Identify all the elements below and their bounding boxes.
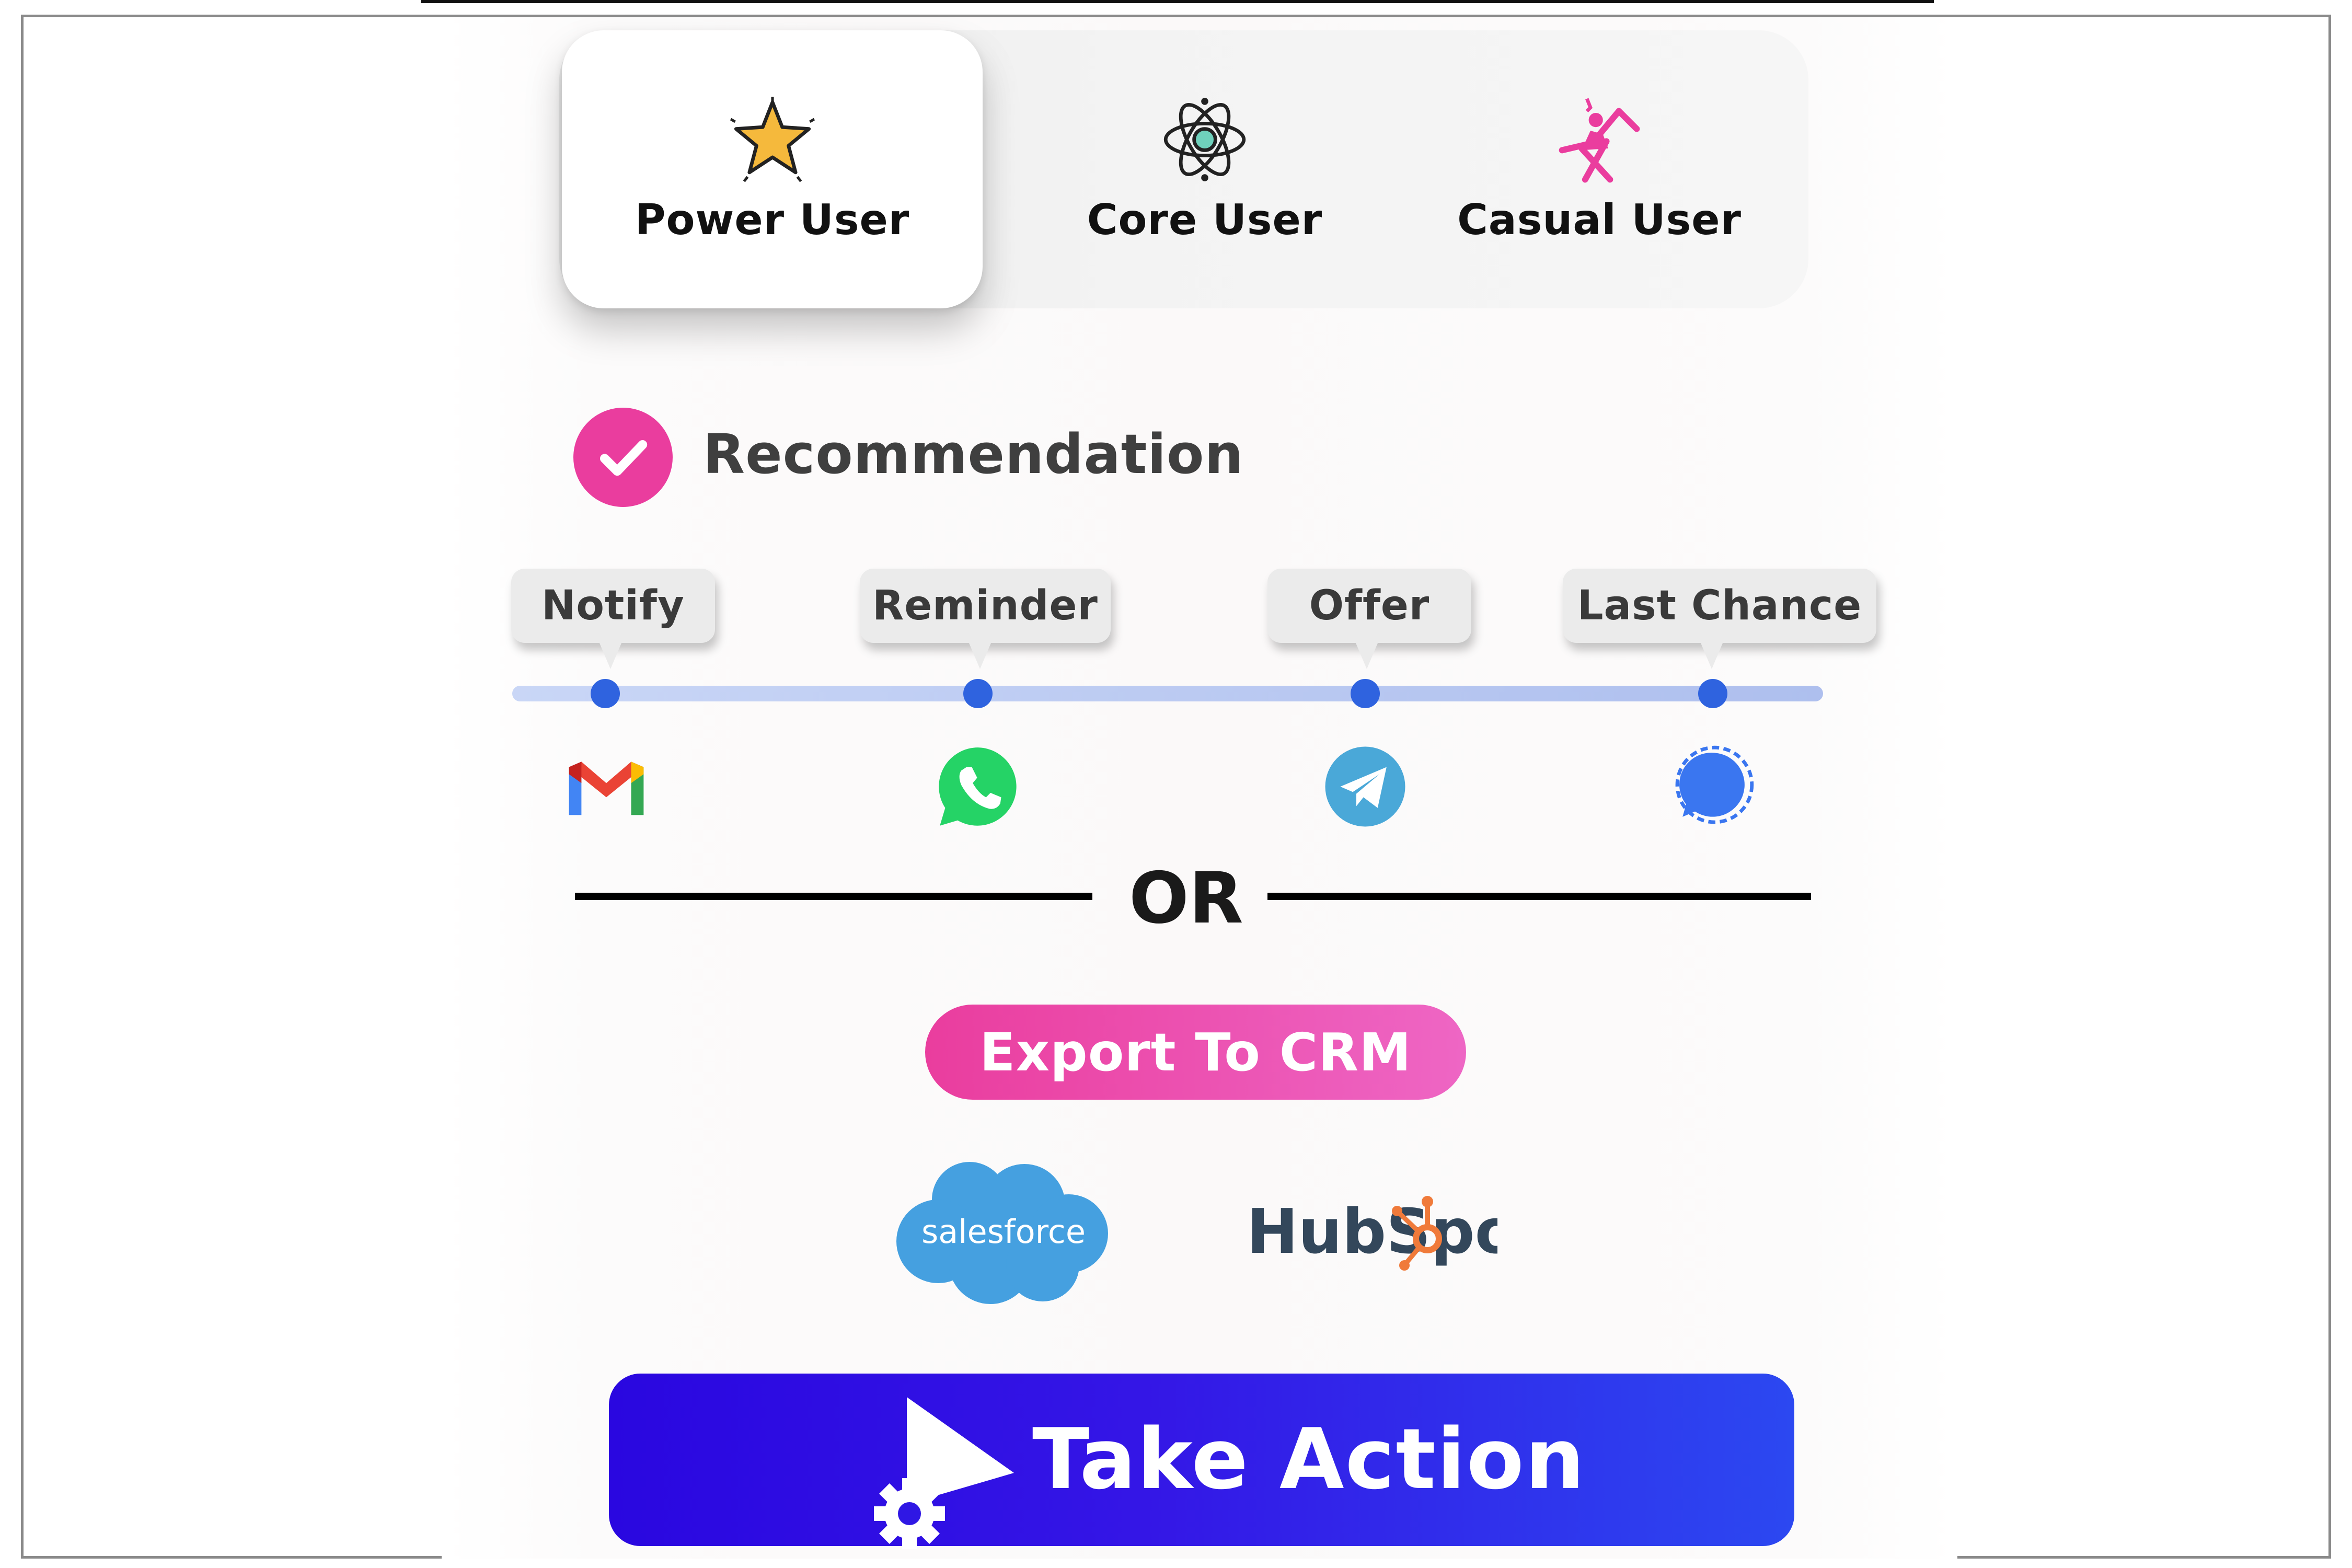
checkmark-icon <box>600 440 648 476</box>
timeline-dot <box>963 679 993 708</box>
timeline-step-label: Reminder <box>872 582 1098 629</box>
play-gear-icon <box>874 1397 1014 1549</box>
telegram-icon[interactable] <box>1321 742 1410 831</box>
timeline-dot <box>1698 679 1727 708</box>
tab-core-user-label: Core User <box>1087 195 1323 244</box>
export-to-crm-label: Export To CRM <box>979 1021 1412 1083</box>
timeline-step-notify[interactable]: Notify <box>511 569 715 669</box>
take-action-label: Take Action <box>1032 1410 1586 1508</box>
timeline-step-label: Last Chance <box>1577 582 1862 629</box>
tab-power-user[interactable]: Power User <box>562 30 983 308</box>
star-icon <box>730 96 815 182</box>
salesforce-logo-text: salesforce <box>921 1213 1086 1251</box>
take-action-button[interactable]: Take Action <box>609 1374 1794 1549</box>
top-rule <box>421 0 1934 3</box>
tab-core-user[interactable]: Core User <box>1011 30 1398 308</box>
timeline-step-offer[interactable]: Offer <box>1267 569 1471 669</box>
export-to-crm-button[interactable]: Export To CRM <box>925 1005 1466 1100</box>
timeline-dot <box>1351 679 1380 708</box>
lounge-chair-icon <box>1559 98 1640 182</box>
or-divider-text: OR <box>1129 857 1243 939</box>
timeline-step-label: Offer <box>1309 582 1430 629</box>
divider-line-left <box>575 893 1092 900</box>
tab-casual-user-label: Casual User <box>1457 195 1742 244</box>
timeline-step-last-chance[interactable]: Last Chance <box>1563 569 1876 669</box>
divider-line-right <box>1267 893 1811 900</box>
tab-power-user-label: Power User <box>635 195 910 244</box>
signal-icon[interactable] <box>1668 742 1757 831</box>
recommendation-label: Recommendation <box>703 422 1244 486</box>
hubspot-logo[interactable]: HubSpot <box>1247 1189 1497 1278</box>
tab-casual-user[interactable]: Casual User <box>1437 30 1761 308</box>
hubspot-logo-text: HubSpot <box>1247 1195 1497 1267</box>
timeline-track <box>512 686 1823 701</box>
atom-icon <box>1163 97 1246 181</box>
salesforce-logo[interactable]: salesforce <box>891 1155 1116 1312</box>
whatsapp-icon[interactable] <box>935 742 1023 831</box>
gmail-icon[interactable] <box>562 742 651 831</box>
recommendation-checkbox[interactable] <box>573 408 673 507</box>
timeline-dot <box>591 679 620 708</box>
timeline-step-label: Notify <box>541 582 685 629</box>
timeline-step-reminder[interactable]: Reminder <box>860 569 1111 669</box>
